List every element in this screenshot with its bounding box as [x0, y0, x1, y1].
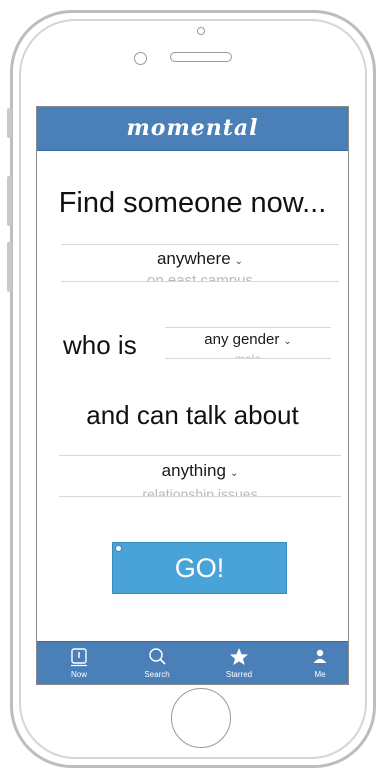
chevron-down-icon: ⌄ [283, 336, 292, 347]
location-picker[interactable]: anywhere ⌄ on east campus [61, 244, 339, 282]
now-icon [44, 647, 114, 667]
person-icon [285, 647, 348, 667]
tab-now-label: Now [70, 670, 87, 679]
chevron-down-icon: ⌄ [234, 256, 244, 267]
app-header: momental [37, 107, 348, 151]
tab-search[interactable]: Search [122, 642, 192, 684]
topic-picker-next-option[interactable]: relationship issues [59, 486, 341, 496]
gender-picker[interactable]: any gender ⌄ male [165, 327, 331, 359]
gender-picker-value: any gender [204, 331, 280, 348]
proximity-sensor [197, 27, 205, 35]
tab-bar: Now Search Starred Me [37, 641, 348, 684]
search-icon [122, 647, 192, 667]
gender-picker-next-option[interactable]: male [165, 352, 331, 358]
volume-down-button [7, 242, 12, 292]
location-picker-value: anywhere [156, 249, 231, 268]
tab-starred[interactable]: Starred [204, 642, 274, 684]
location-picker-next-option[interactable]: on east campus [61, 272, 339, 281]
front-camera [134, 52, 147, 65]
app-screen: momental Find someone now... anywhere ⌄ o… [36, 106, 349, 685]
page-heading: Find someone now... [58, 187, 327, 219]
chevron-down-icon: ⌄ [229, 468, 239, 479]
topic-picker-value: anything [161, 461, 226, 480]
star-icon [204, 647, 274, 667]
go-button[interactable]: GO! [112, 542, 287, 594]
location-picker-selected[interactable]: anywhere ⌄ [61, 249, 339, 269]
tab-now[interactable]: Now [44, 642, 114, 684]
resize-handle-icon [115, 545, 122, 552]
who-is-label: who is [63, 330, 137, 360]
tab-search-label: Search [144, 670, 170, 679]
gender-picker-selected[interactable]: any gender ⌄ [165, 331, 331, 348]
tab-me-label: Me [314, 670, 326, 679]
home-button[interactable] [171, 688, 231, 748]
volume-up-button [7, 176, 12, 226]
app-logo: momental [126, 115, 259, 141]
tab-starred-label: Starred [225, 670, 253, 679]
go-button-label: GO! [174, 553, 225, 583]
tab-me[interactable]: Me [285, 642, 348, 684]
earpiece-speaker [170, 52, 232, 62]
topic-picker-selected[interactable]: anything ⌄ [59, 461, 341, 481]
mute-switch [7, 108, 12, 138]
topic-picker[interactable]: anything ⌄ relationship issues [59, 455, 341, 497]
talk-about-label: and can talk about [86, 400, 299, 430]
